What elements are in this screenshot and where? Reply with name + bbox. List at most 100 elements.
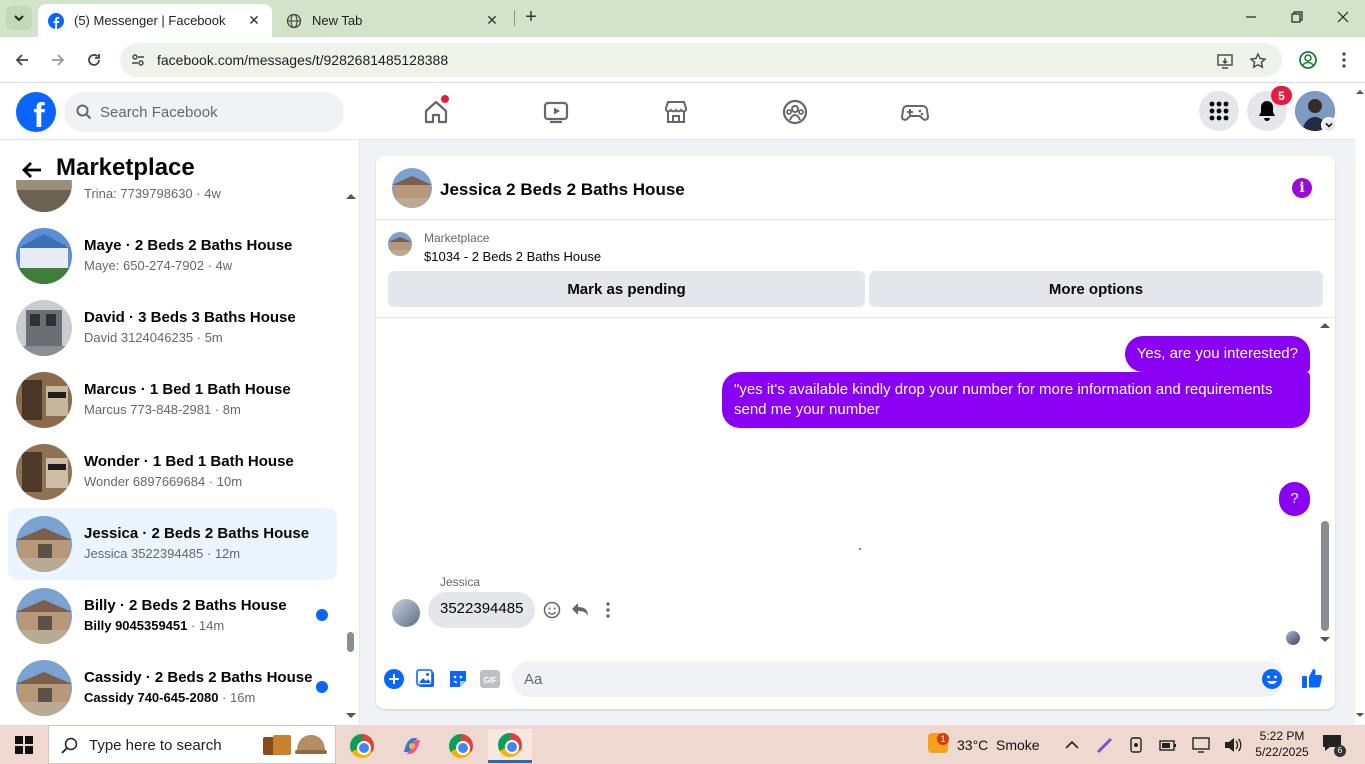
close-icon[interactable]: ✕	[246, 12, 262, 29]
page-scrollbar[interactable]	[1355, 83, 1365, 725]
reload-icon	[88, 54, 100, 66]
install-app-icon[interactable]	[1216, 52, 1234, 70]
conversation-preview: Wonder 6897669684 · 10m	[84, 474, 243, 489]
tab-new-tab[interactable]: New Tab ✕	[276, 4, 510, 37]
temperature[interactable]: 33°C	[957, 737, 988, 753]
listing-price[interactable]: $1034 - 2 Beds 2 Baths House	[424, 249, 601, 264]
conversation-preview: Billy 9045359451 · 14m	[84, 618, 224, 633]
conversation-item[interactable]: Trina: 7739798630 · 4w	[8, 180, 337, 220]
reply-icon[interactable]	[569, 599, 591, 621]
back-button[interactable]	[10, 48, 34, 72]
back-arrow-icon[interactable]	[20, 158, 44, 182]
scroll-up-icon[interactable]	[1355, 87, 1365, 97]
conversation-item[interactable]: Billy · 2 Beds 2 Baths House Billy 90453…	[8, 580, 337, 652]
conversation-item[interactable]: David · 3 Beds 3 Baths House David 31240…	[8, 292, 337, 364]
volume-icon[interactable]	[1224, 736, 1242, 754]
more-actions-icon[interactable]	[597, 599, 619, 621]
search-highlight-icon[interactable]	[259, 729, 331, 761]
scroll-up-icon[interactable]	[1319, 321, 1331, 331]
chrome-icon	[449, 734, 473, 758]
chat-scrollbar[interactable]	[1316, 318, 1332, 646]
bookmark-star-icon[interactable]	[1249, 52, 1267, 70]
gif-icon[interactable]: GIF	[479, 668, 501, 690]
chat-title[interactable]: Jessica 2 Beds 2 Baths House	[440, 180, 685, 200]
nav-video[interactable]	[541, 97, 571, 127]
close-window-button[interactable]	[1320, 0, 1365, 34]
close-icon[interactable]: ✕	[484, 12, 500, 29]
emoji-icon[interactable]	[1261, 668, 1283, 690]
chat-panel: Jessica 2 Beds 2 Baths House i Marketpla…	[376, 156, 1335, 709]
react-icon[interactable]	[541, 599, 563, 621]
scrollbar-thumb[interactable]	[347, 632, 354, 652]
mark-as-pending-button[interactable]: Mark as pending	[388, 271, 865, 307]
photo-icon[interactable]	[415, 668, 437, 690]
battery-icon[interactable]	[1159, 736, 1177, 754]
scrollbar-thumb[interactable]	[1321, 521, 1329, 631]
network-icon[interactable]	[1192, 736, 1210, 754]
conversation-preview: Maye: 650-274-7902 · 4w	[84, 258, 233, 273]
restore-button[interactable]	[1274, 0, 1320, 34]
taskbar-search[interactable]: Type here to search	[48, 725, 336, 764]
nav-gaming[interactable]	[900, 97, 930, 127]
sender-name: Jessica	[440, 575, 481, 589]
conversation-item[interactable]: Cassidy · 2 Beds 2 Baths House Cassidy 7…	[8, 652, 337, 724]
thumbs-up-icon[interactable]	[1301, 667, 1323, 689]
taskbar-chrome-1[interactable]	[340, 729, 384, 763]
omnibox[interactable]: facebook.com/messages/t/9282681485128388	[120, 43, 1282, 77]
facebook-search-input[interactable]	[100, 92, 330, 132]
forward-button[interactable]	[46, 48, 70, 72]
notification-count-badge: 5	[1271, 86, 1292, 105]
nav-groups[interactable]	[780, 97, 810, 127]
sticker-icon[interactable]	[447, 668, 469, 690]
conversation-item[interactable]: Marcus · 1 Bed 1 Bath House Marcus 773-8…	[8, 364, 337, 436]
account-menu-chevron[interactable]	[1321, 117, 1337, 133]
more-options-button[interactable]: More options	[869, 271, 1323, 307]
weather-condition[interactable]: Smoke	[996, 737, 1040, 753]
conversation-item[interactable]: Wonder · 1 Bed 1 Bath House Wonder 68976…	[8, 436, 337, 508]
action-center-button[interactable]: 6	[1322, 734, 1346, 757]
scroll-down-icon[interactable]	[345, 710, 357, 720]
listing-thumbnail[interactable]	[388, 232, 412, 256]
plus-circle-icon[interactable]	[383, 668, 405, 690]
listing-thumbnail[interactable]	[392, 168, 432, 208]
sender-avatar[interactable]	[392, 599, 420, 627]
outgoing-message[interactable]: Yes, are you interested?	[1124, 336, 1310, 372]
taskbar-copilot[interactable]	[390, 729, 434, 763]
incoming-message[interactable]: 3522394485	[428, 592, 536, 628]
scroll-down-icon[interactable]	[1355, 710, 1365, 720]
facebook-logo[interactable]: f	[16, 92, 56, 132]
meet-now-icon[interactable]	[1127, 736, 1145, 754]
start-button[interactable]	[0, 725, 48, 764]
nav-home[interactable]	[421, 95, 451, 127]
nav-marketplace[interactable]	[661, 97, 691, 127]
minimize-button[interactable]	[1228, 0, 1274, 34]
outgoing-message[interactable]: "yes it's available kindly drop your num…	[722, 372, 1310, 428]
conversation-scrollbar[interactable]	[342, 190, 358, 725]
profile-button[interactable]	[1296, 48, 1320, 72]
pen-icon[interactable]	[1096, 736, 1114, 754]
chevron-down-icon	[1325, 122, 1333, 128]
message-input[interactable]	[512, 661, 1284, 697]
conversation-item[interactable]: Maye · 2 Beds 2 Baths House Maye: 650-27…	[8, 220, 337, 292]
tab-messenger[interactable]: (5) Messenger | Facebook ✕	[38, 4, 272, 37]
system-clock[interactable]: 5:22 PM 5/22/2025	[1250, 728, 1314, 760]
outgoing-message[interactable]: ?	[1279, 482, 1310, 516]
url-text[interactable]: facebook.com/messages/t/9282681485128388	[157, 52, 448, 68]
tab-search-button[interactable]	[6, 6, 32, 30]
new-tab-button[interactable]: +	[520, 7, 542, 29]
taskbar-chrome-active[interactable]	[488, 729, 532, 763]
facebook-search[interactable]	[64, 92, 344, 132]
chevron-up-icon[interactable]	[1063, 736, 1081, 754]
browser-menu-button[interactable]	[1332, 48, 1356, 72]
conversation-item-selected[interactable]: Jessica · 2 Beds 2 Baths House Jessica 3…	[8, 508, 337, 580]
taskbar-chrome-2[interactable]	[439, 729, 483, 763]
conversation-preview: David 3124046235 · 5m	[84, 330, 223, 345]
site-info-icon[interactable]	[130, 52, 146, 68]
menu-button[interactable]	[1199, 91, 1239, 131]
info-icon[interactable]: i	[1292, 178, 1312, 198]
tab-separator	[514, 10, 515, 26]
reload-button[interactable]	[82, 48, 106, 72]
scroll-up-icon[interactable]	[345, 192, 357, 202]
house-thumbnail	[16, 660, 72, 716]
scroll-down-icon[interactable]	[1319, 634, 1331, 644]
